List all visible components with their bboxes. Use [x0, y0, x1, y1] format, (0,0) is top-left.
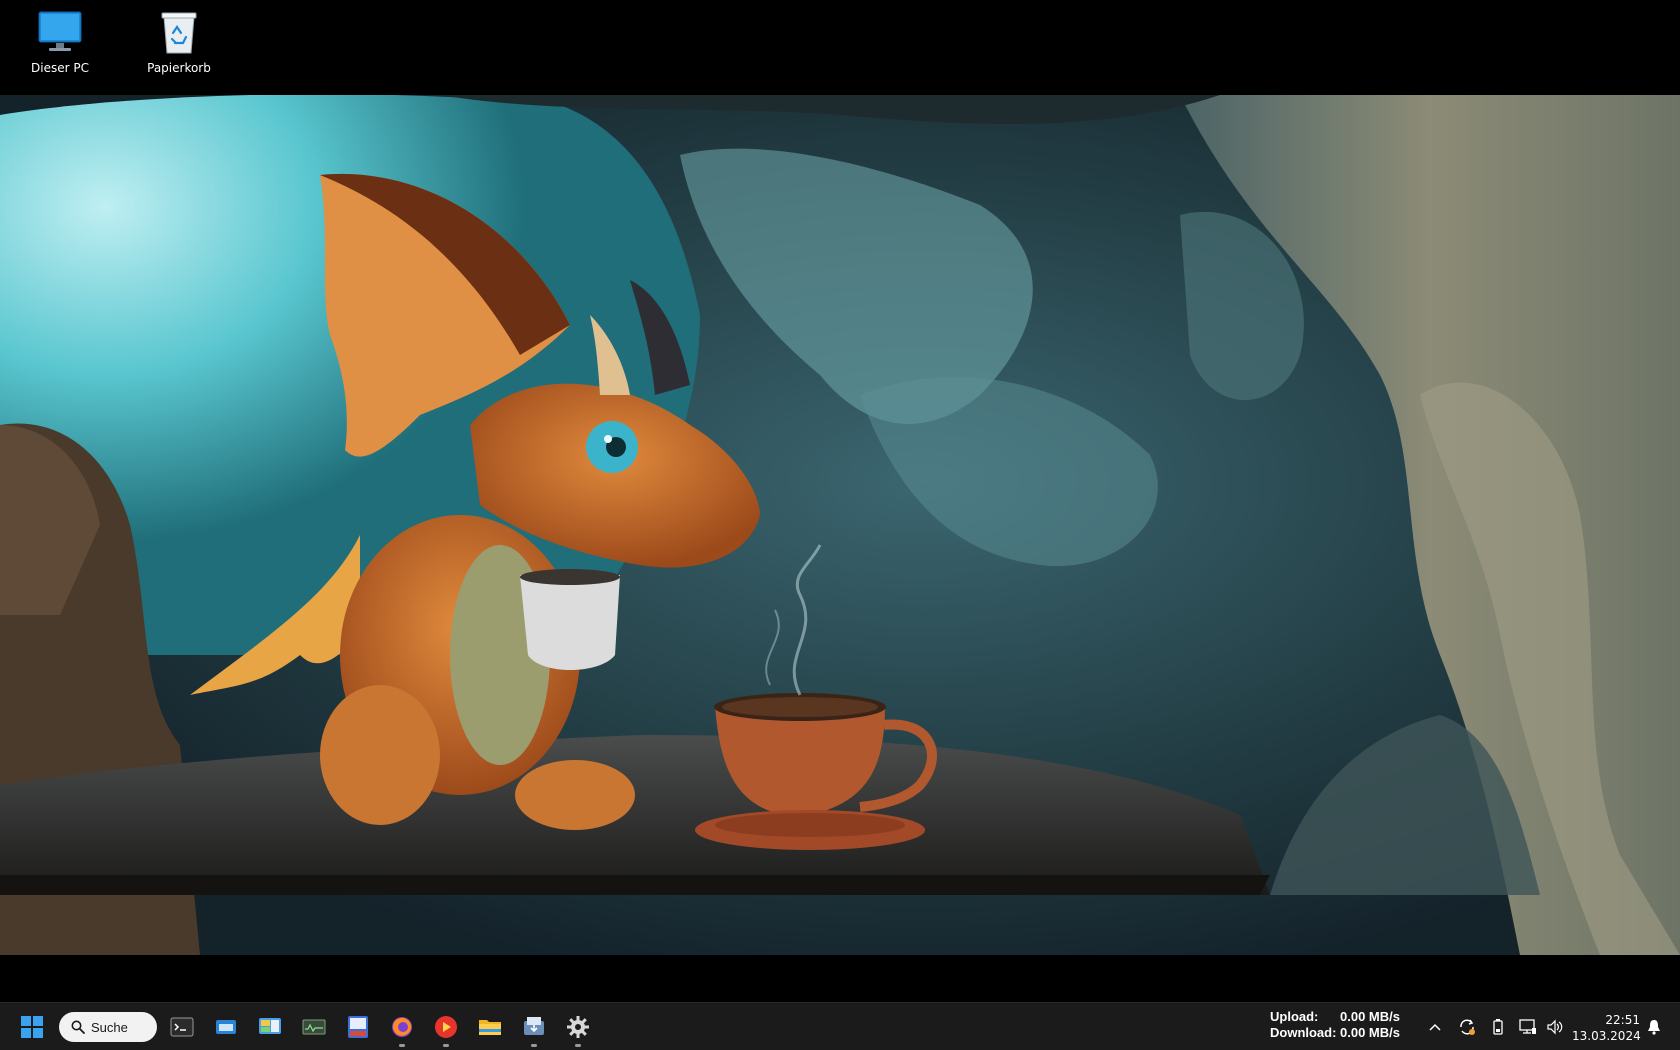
- taskbar-app-terminal[interactable]: [164, 1009, 200, 1045]
- installer-icon: [524, 1017, 544, 1035]
- network-icon: [1519, 1019, 1536, 1034]
- start-button[interactable]: [14, 1009, 50, 1045]
- volume-icon: [1547, 1019, 1563, 1035]
- desktop-icon-label: Papierkorb: [147, 61, 211, 75]
- download-label: Download:: [1270, 1025, 1337, 1040]
- media-player-icon: [435, 1016, 457, 1038]
- taskbar-app-installer[interactable]: [516, 1009, 552, 1047]
- tray-volume[interactable]: [1543, 1015, 1567, 1039]
- desktop-icon-dieser-pc[interactable]: Dieser PC: [10, 6, 110, 75]
- running-indicator: [443, 1044, 449, 1047]
- search-icon: [71, 1020, 85, 1034]
- tray-sync[interactable]: [1455, 1015, 1479, 1039]
- taskbar-app-settings[interactable]: [560, 1009, 596, 1047]
- clock-time: 22:51: [1605, 1013, 1640, 1027]
- file-explorer-icon: [479, 1020, 501, 1035]
- running-indicator: [399, 1044, 405, 1047]
- system-monitor-icon: [302, 1019, 326, 1035]
- upload-label: Upload:: [1270, 1009, 1319, 1024]
- settings-gear-icon: [567, 1016, 589, 1038]
- notifications-button[interactable]: [1642, 1015, 1666, 1039]
- taskbar-app-file-explorer[interactable]: [472, 1009, 508, 1045]
- windows-start-icon: [21, 1016, 43, 1038]
- id-app-icon: [348, 1016, 368, 1038]
- desktop-icon-papierkorb[interactable]: Papierkorb: [129, 6, 229, 75]
- app-window-icon: [216, 1020, 236, 1034]
- taskbar-app-window[interactable]: [208, 1009, 244, 1045]
- upload-value: 0.00 MB/s: [1340, 1009, 1400, 1024]
- search-placeholder: Suche: [91, 1019, 128, 1035]
- clock[interactable]: 22:51 13.03.2024: [1572, 1012, 1641, 1044]
- desktop-wallpaper: [0, 95, 1680, 955]
- sync-icon: [1460, 1019, 1475, 1035]
- terminal-icon: [170, 1017, 194, 1037]
- bell-icon: [1648, 1020, 1660, 1035]
- clock-date: 13.03.2024: [1572, 1029, 1641, 1043]
- running-indicator: [575, 1044, 581, 1047]
- taskbar-app-firefox[interactable]: [384, 1009, 420, 1047]
- running-indicator: [531, 1044, 537, 1047]
- recycle-bin-icon: [153, 6, 205, 58]
- taskbar-app-system-monitor[interactable]: [296, 1009, 332, 1045]
- show-hidden-icons-button[interactable]: [1423, 1015, 1447, 1039]
- computer-icon: [34, 6, 86, 58]
- search-box[interactable]: Suche: [59, 1012, 157, 1042]
- battery-icon: [1493, 1019, 1503, 1035]
- control-panel-icon: [259, 1018, 281, 1034]
- network-speed-widget[interactable]: Upload: 0.00 MB/s Download: 0.00 MB/s: [1270, 1009, 1400, 1041]
- download-value: 0.00 MB/s: [1340, 1025, 1400, 1040]
- tray-network[interactable]: [1516, 1015, 1540, 1039]
- taskbar-app-media-player[interactable]: [428, 1009, 464, 1047]
- taskbar: Suche Upload: 0.00 MB/s Download: 0.00 M…: [0, 1002, 1680, 1050]
- desktop-icon-label: Dieser PC: [31, 61, 89, 75]
- taskbar-app-id[interactable]: [340, 1009, 376, 1045]
- firefox-icon: [392, 1017, 412, 1037]
- chevron-up-icon: [1429, 1023, 1441, 1031]
- taskbar-app-control-panel[interactable]: [252, 1009, 288, 1045]
- tray-battery[interactable]: [1486, 1015, 1510, 1039]
